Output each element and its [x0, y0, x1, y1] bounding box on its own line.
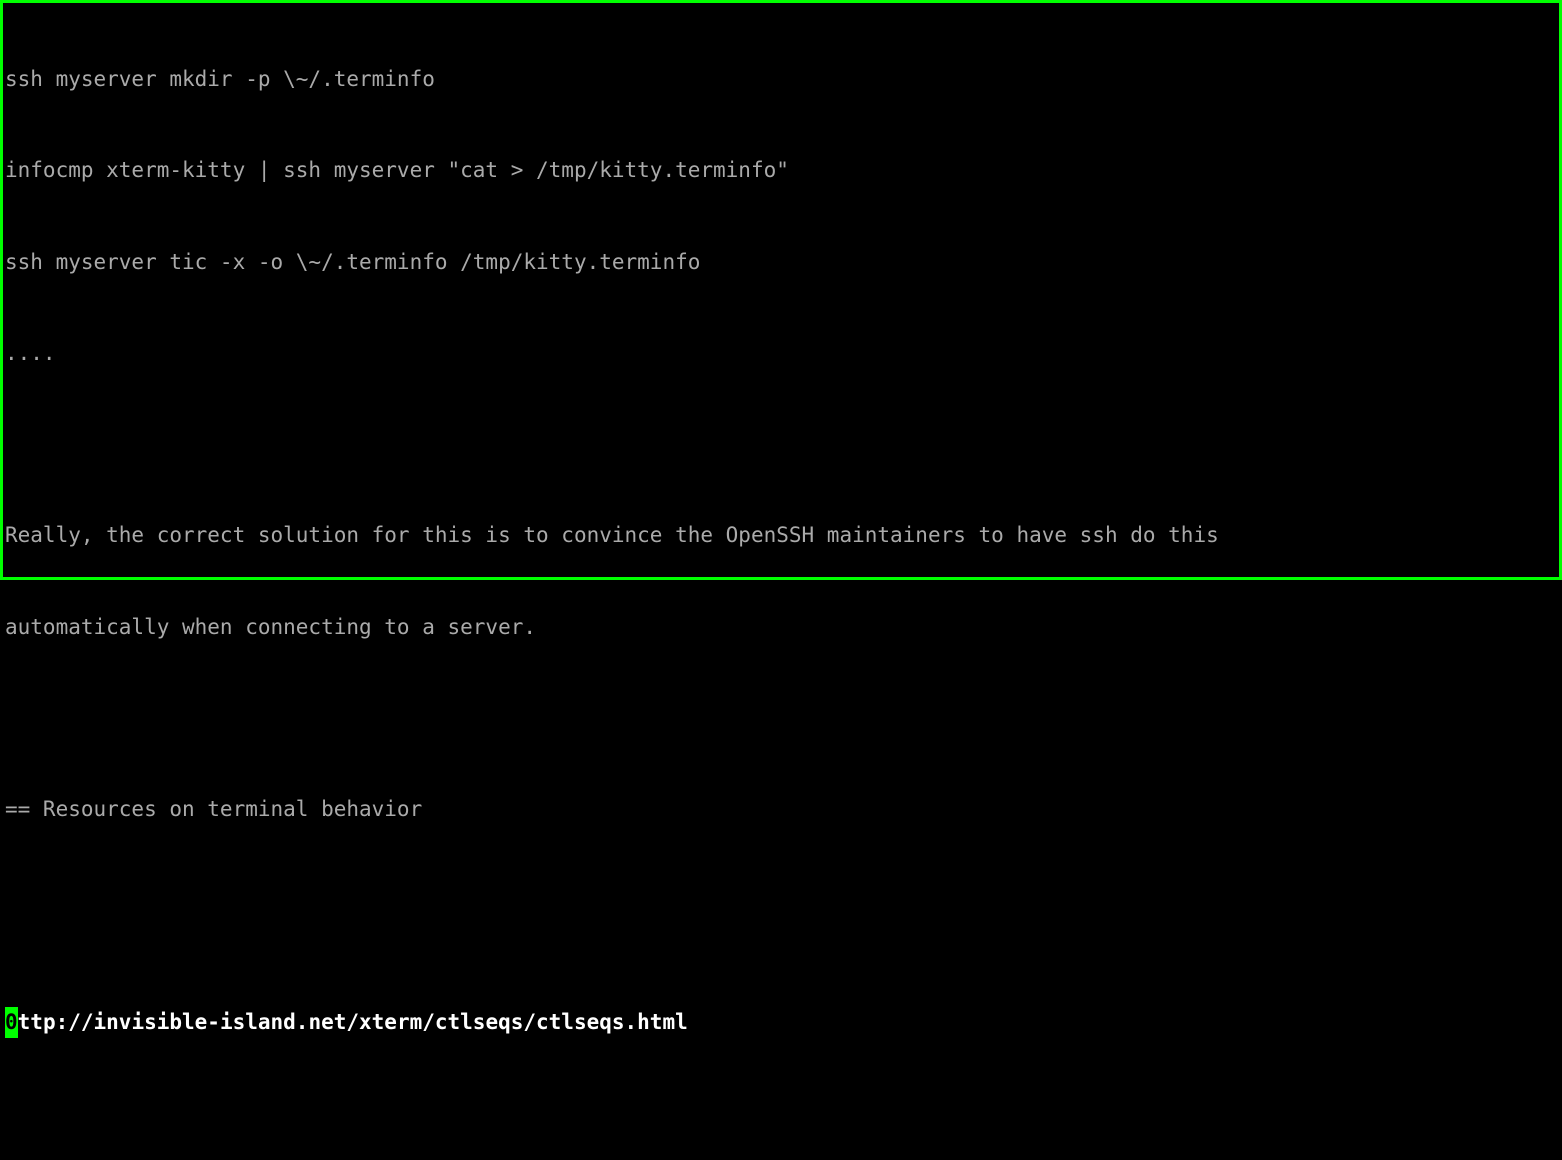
- output-line: Really, the correct solution for this is…: [5, 520, 1557, 550]
- output-line: ssh myserver tic -x -o \~/.terminfo /tmp…: [5, 247, 1557, 277]
- link-url[interactable]: ttp://invisible-island.net/xterm/ctlseqs…: [18, 1010, 688, 1034]
- output-line: automatically when connecting to a serve…: [5, 612, 1557, 642]
- output-line: [5, 886, 1557, 916]
- output-line: ssh myserver mkdir -p \~/.terminfo: [5, 64, 1557, 94]
- blank-line: [5, 1099, 1557, 1129]
- output-line: ....: [5, 338, 1557, 368]
- link-hint-number[interactable]: 0: [5, 1007, 18, 1037]
- output-line: [5, 703, 1557, 733]
- terminal-output[interactable]: ssh myserver mkdir -p \~/.terminfo infoc…: [3, 3, 1559, 1160]
- link-line: 0ttp://invisible-island.net/xterm/ctlseq…: [5, 1007, 1557, 1037]
- output-line: [5, 429, 1557, 459]
- output-line: infocmp xterm-kitty | ssh myserver "cat …: [5, 155, 1557, 185]
- output-line: == Resources on terminal behavior: [5, 794, 1557, 824]
